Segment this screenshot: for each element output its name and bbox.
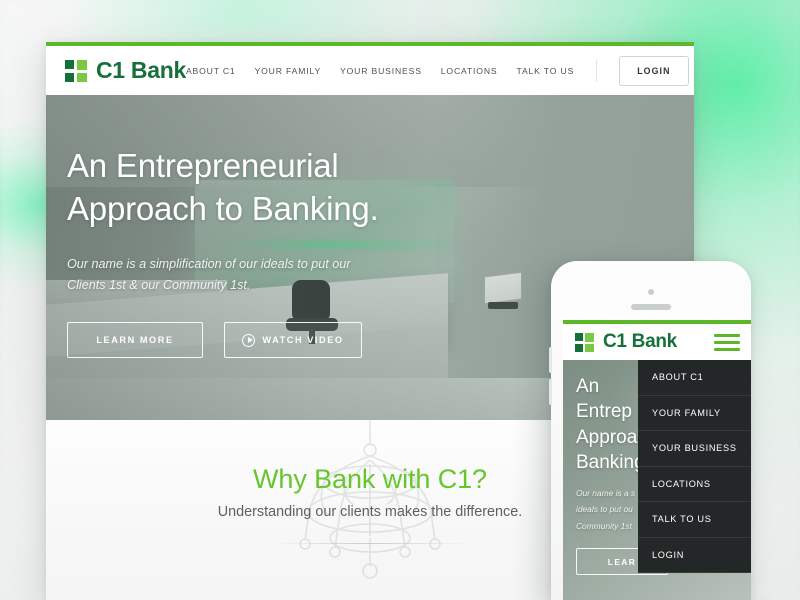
desktop-header: C1 Bank ABOUT C1 YOUR FAMILY YOUR BUSINE… <box>46 46 694 95</box>
phone-camera <box>648 289 654 295</box>
phone-hero-title-line-1: An <box>576 376 600 397</box>
desktop-nav: ABOUT C1 YOUR FAMILY YOUR BUSINESS LOCAT… <box>186 55 689 86</box>
why-bank-divider <box>270 543 470 544</box>
mobile-nav-menu: ABOUT C1 YOUR FAMILY YOUR BUSINESS LOCAT… <box>638 360 751 573</box>
mobile-menu-item-your-family[interactable]: YOUR FAMILY <box>638 396 751 431</box>
learn-more-button[interactable]: LEARN MORE <box>67 322 203 359</box>
phone-learn-more-label: LEAR <box>607 556 637 567</box>
hero-title: An Entrepreneurial Approach to Banking. <box>67 145 497 231</box>
logo-square-left <box>65 59 74 82</box>
phone-hero-title-line-2: Entrep <box>576 401 632 423</box>
hero-subtitle-line-2: Clients 1st & our Community 1st. <box>67 278 251 293</box>
nav-item-about-c1[interactable]: ABOUT C1 <box>186 66 236 76</box>
mobile-menu-item-talk-to-us[interactable]: TALK TO US <box>638 502 751 538</box>
phone-logo-wordmark: C1 Bank <box>603 331 677 352</box>
phone-volume-down-button[interactable] <box>549 379 552 405</box>
nav-item-talk-to-us[interactable]: TALK TO US <box>516 66 574 76</box>
phone-hero-subtitle-line-2: ideals to put ou <box>576 504 633 515</box>
phone-screen: C1 Bank An Entrep Approa Banking Our nam… <box>563 320 751 600</box>
desktop-logo[interactable]: C1 Bank <box>65 57 186 84</box>
hero-title-line-1: An Entrepreneurial <box>67 147 339 184</box>
phone-header: C1 Bank <box>563 324 751 360</box>
mobile-menu-item-your-business[interactable]: YOUR BUSINESS <box>638 431 751 467</box>
phone-logo[interactable]: C1 Bank <box>575 331 677 353</box>
logo-wordmark: C1 Bank <box>96 57 186 83</box>
mobile-menu-item-locations[interactable]: LOCATIONS <box>638 467 751 502</box>
watch-video-button[interactable]: WATCH VIDEO <box>224 322 362 359</box>
hero-subtitle-line-1: Our name is a simplification of our idea… <box>67 256 351 271</box>
phone-speaker <box>631 304 671 310</box>
c1-squares-icon <box>65 59 87 82</box>
hamburger-bar-3 <box>714 347 740 351</box>
phone-volume-up-button[interactable] <box>549 347 552 373</box>
phone-hero-title-line-3: Approa <box>576 426 638 448</box>
logo-square-bottom-right <box>585 343 594 352</box>
mobile-menu-item-login[interactable]: LOGIN <box>638 538 751 573</box>
hamburger-bar-2 <box>714 340 740 344</box>
phone-hero-subtitle-line-1: Our name is a s <box>576 488 636 499</box>
logo-square-top-right <box>585 332 594 342</box>
hamburger-bar-1 <box>714 333 740 337</box>
login-button[interactable]: LOGIN <box>619 55 689 86</box>
phone-mockup: C1 Bank An Entrep Approa Banking Our nam… <box>549 261 751 600</box>
play-circle-icon <box>242 333 256 347</box>
hero-subtitle: Our name is a simplification of our idea… <box>67 254 407 297</box>
logo-square-top-right <box>77 59 87 70</box>
hero-title-line-2: Approach to Banking. <box>67 189 379 227</box>
c1-squares-icon <box>575 332 594 352</box>
nav-item-your-business[interactable]: YOUR BUSINESS <box>340 66 422 76</box>
learn-more-label: LEARN MORE <box>96 335 174 346</box>
phone-body: An Entrep Approa Banking Our name is a s… <box>563 360 751 600</box>
nav-item-your-family[interactable]: YOUR FAMILY <box>255 66 322 76</box>
hamburger-icon[interactable] <box>714 333 740 351</box>
phone-hero-subtitle-line-3: Community 1st <box>576 520 632 531</box>
nav-divider <box>596 59 598 82</box>
logo-square-bottom-right <box>77 72 87 82</box>
watch-video-label: WATCH VIDEO <box>262 335 344 346</box>
logo-square-left <box>575 332 583 352</box>
mobile-menu-item-about-c1[interactable]: ABOUT C1 <box>638 360 751 396</box>
phone-hero-title-line-4: Banking <box>576 451 645 473</box>
nav-item-locations[interactable]: LOCATIONS <box>441 66 498 76</box>
